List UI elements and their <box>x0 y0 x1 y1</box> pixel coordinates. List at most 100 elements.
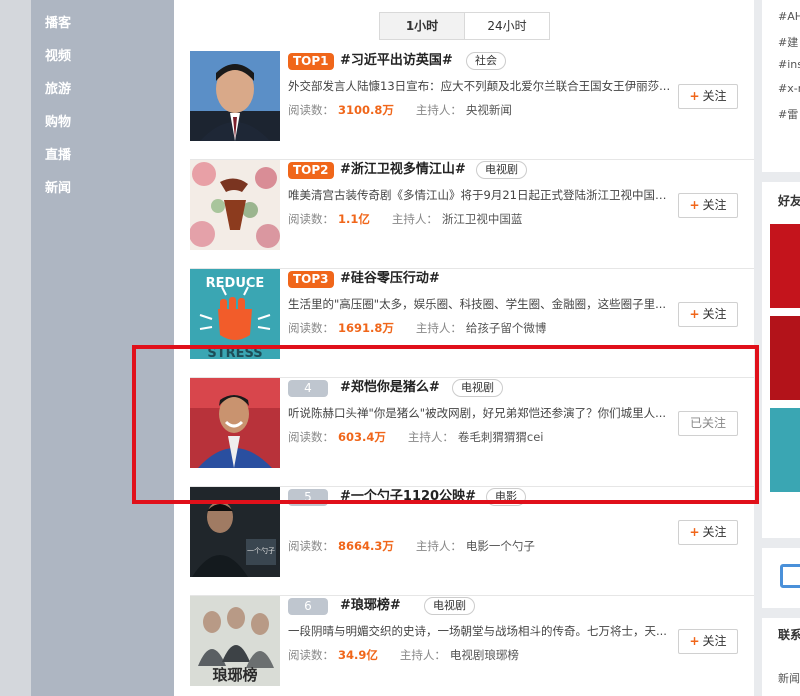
host-name[interactable]: 浙江卫视中国蓝 <box>442 212 523 226</box>
follow-button[interactable]: + 关注 <box>678 520 738 545</box>
topic-row: 4 #郑恺你是猪么# 电视剧 听说陈赫口头禅"你是猪么"被改网剧，好兄弟郑恺还参… <box>190 378 754 487</box>
friends-heading: 好友 <box>778 194 800 208</box>
host-name[interactable]: 电影一个勺子 <box>466 539 535 553</box>
follow-button[interactable]: + 关注 <box>678 302 738 327</box>
topic-title[interactable]: #一个勺子1120公映# <box>340 487 476 507</box>
category-tag[interactable]: 电影 <box>486 488 526 506</box>
topic-title[interactable]: #硅谷零压行动# <box>340 269 440 289</box>
topic-row: 琅琊榜 6 #琅琊榜# 电视剧 一段阴晴与明媚交织的史诗，一场朝堂与战场相斗的传… <box>190 596 754 696</box>
tab-1-hour[interactable]: 1小时 <box>380 13 465 39</box>
read-count-label: 阅读数： <box>288 648 334 662</box>
topic-thumbnail[interactable] <box>190 51 280 141</box>
nav-item-news[interactable]: 新闻 <box>45 179 71 199</box>
topic-description: 唯美清宫古装传奇剧《多情江山》将于9月21日起正式登陆浙江卫视中国蓝... <box>288 188 672 202</box>
topic-row: TOP1 #习近平出访英国# 社会 外交部发言人陆慷13日宣布：应大不列颠及北爱… <box>190 51 754 160</box>
followed-button[interactable]: 已关注 <box>678 411 738 436</box>
hashtag-link[interactable]: #雷 <box>778 106 798 122</box>
topic-description: 生活里的"高压圈"太多，娱乐圈、科技圈、学生圈、金融圈，这些圈子里... <box>288 297 667 311</box>
host-name[interactable]: 给孩子留个微博 <box>466 321 547 335</box>
contact-heading: 联系 <box>778 628 800 642</box>
host-label: 主持人： <box>415 321 462 335</box>
svg-text:一个勺子: 一个勺子 <box>247 546 275 555</box>
rank-badge: TOP1 <box>288 53 334 70</box>
topic-title[interactable]: #浙江卫视多情江山# <box>340 160 466 180</box>
left-nav-strip <box>0 0 31 696</box>
follow-button[interactable]: + 关注 <box>678 193 738 218</box>
rank-badge: TOP2 <box>288 162 334 179</box>
news-link[interactable]: 新闻 <box>778 670 800 686</box>
contact-box: 联系 新闻 <box>762 618 800 696</box>
friend-avatar[interactable] <box>770 408 800 492</box>
category-tag[interactable]: 电视剧 <box>424 597 475 615</box>
hashtag-link[interactable]: #AH <box>778 10 800 23</box>
friend-avatar[interactable] <box>770 224 800 308</box>
plus-icon: + <box>689 89 700 103</box>
topic-meta: 阅读数： 1691.8万 主持人： 给孩子留个微博 <box>288 320 546 336</box>
time-tabs: 1小时 24小时 <box>379 12 550 40</box>
follow-label: 关注 <box>702 525 727 539</box>
friend-avatar[interactable] <box>770 316 800 400</box>
hashtag-link[interactable]: #ins <box>778 58 800 71</box>
follow-label: 已关注 <box>689 416 726 430</box>
topic-list-panel: 1小时 24小时 TOP1 #习近平出访英国# 社会 外交部发言人陆慷13日宣布… <box>174 0 754 696</box>
follow-label: 关注 <box>702 198 727 212</box>
plus-icon: + <box>689 634 700 648</box>
read-count-value: 34.9亿 <box>338 648 378 662</box>
topic-thumbnail[interactable]: 琅琊榜 <box>190 596 280 686</box>
follow-label: 关注 <box>702 89 727 103</box>
topic-title[interactable]: #习近平出访英国# <box>340 51 453 71</box>
read-count-label: 阅读数： <box>288 539 334 553</box>
category-tag[interactable]: 电视剧 <box>476 161 527 179</box>
read-count-value: 1.1亿 <box>338 212 370 226</box>
follow-button[interactable]: + 关注 <box>678 84 738 109</box>
follow-button[interactable]: + 关注 <box>678 629 738 654</box>
app-icon[interactable] <box>780 564 800 588</box>
topic-meta: 阅读数： 603.4万 主持人： 卷毛刺猬猬猬cei <box>288 429 543 445</box>
rank-badge: 5 <box>288 489 328 506</box>
read-count-label: 阅读数： <box>288 321 334 335</box>
read-count-value: 1691.8万 <box>338 321 394 335</box>
host-label: 主持人： <box>415 103 462 117</box>
nav-item-live[interactable]: 直播 <box>45 146 71 166</box>
left-nav: 播客 视频 旅游 购物 直播 新闻 <box>0 0 174 696</box>
rank-badge: TOP3 <box>288 271 334 288</box>
topic-description: 外交部发言人陆慷13日宣布：应大不列颠及北爱尔兰联合王国女王伊丽莎... <box>288 79 671 93</box>
follow-label: 关注 <box>702 307 727 321</box>
topic-thumbnail[interactable]: 一个勺子 <box>190 487 280 577</box>
host-name[interactable]: 央视新闻 <box>466 103 512 117</box>
topic-meta: 阅读数： 3100.8万 主持人： 央视新闻 <box>288 102 512 118</box>
nav-item-travel[interactable]: 旅游 <box>45 80 71 100</box>
host-label: 主持人： <box>391 212 438 226</box>
nav-item-shopping[interactable]: 购物 <box>45 113 71 133</box>
topic-thumbnail[interactable] <box>190 378 280 468</box>
plus-icon: + <box>689 198 700 212</box>
friends-box: 好友 <box>762 182 800 538</box>
hashtag-link[interactable]: #建 <box>778 34 798 50</box>
topic-meta: 阅读数： 34.9亿 主持人： 电视剧琅琊榜 <box>288 647 519 663</box>
category-tag[interactable]: 社会 <box>466 52 506 70</box>
topic-thumbnail[interactable]: REDUCE STRESS <box>190 269 280 359</box>
nav-item-video[interactable]: 视频 <box>45 47 71 67</box>
right-sidebar: #AH #建 #ins #x-n #雷 好友 联系 新闻 <box>762 0 800 696</box>
hashtag-link[interactable]: #x-n <box>778 82 800 95</box>
rank-badge: 4 <box>288 380 328 397</box>
reduce-text: REDUCE <box>206 276 265 291</box>
stress-text: STRESS <box>207 346 262 359</box>
host-name[interactable]: 卷毛刺猬猬猬cei <box>458 430 544 444</box>
read-count-value: 603.4万 <box>338 430 386 444</box>
topic-row: TOP2 #浙江卫视多情江山# 电视剧 唯美清宫古装传奇剧《多情江山》将于9月2… <box>190 160 754 269</box>
topic-meta: 阅读数： 8664.3万 主持人： 电影一个勺子 <box>288 538 535 554</box>
read-count-value: 3100.8万 <box>338 103 394 117</box>
category-tag[interactable]: 电视剧 <box>452 379 503 397</box>
read-count-label: 阅读数： <box>288 430 334 444</box>
promo-box <box>762 548 800 608</box>
host-label: 主持人： <box>407 430 454 444</box>
tab-24-hours[interactable]: 24小时 <box>465 13 549 39</box>
topic-title[interactable]: #琅琊榜# <box>340 596 401 616</box>
topic-title[interactable]: #郑恺你是猪么# <box>340 378 440 398</box>
topic-thumbnail[interactable] <box>190 160 280 250</box>
svg-text:琅琊榜: 琅琊榜 <box>212 666 257 684</box>
rank-badge: 6 <box>288 598 328 615</box>
nav-item-podcast[interactable]: 播客 <box>45 14 71 34</box>
host-name[interactable]: 电视剧琅琊榜 <box>450 648 519 662</box>
